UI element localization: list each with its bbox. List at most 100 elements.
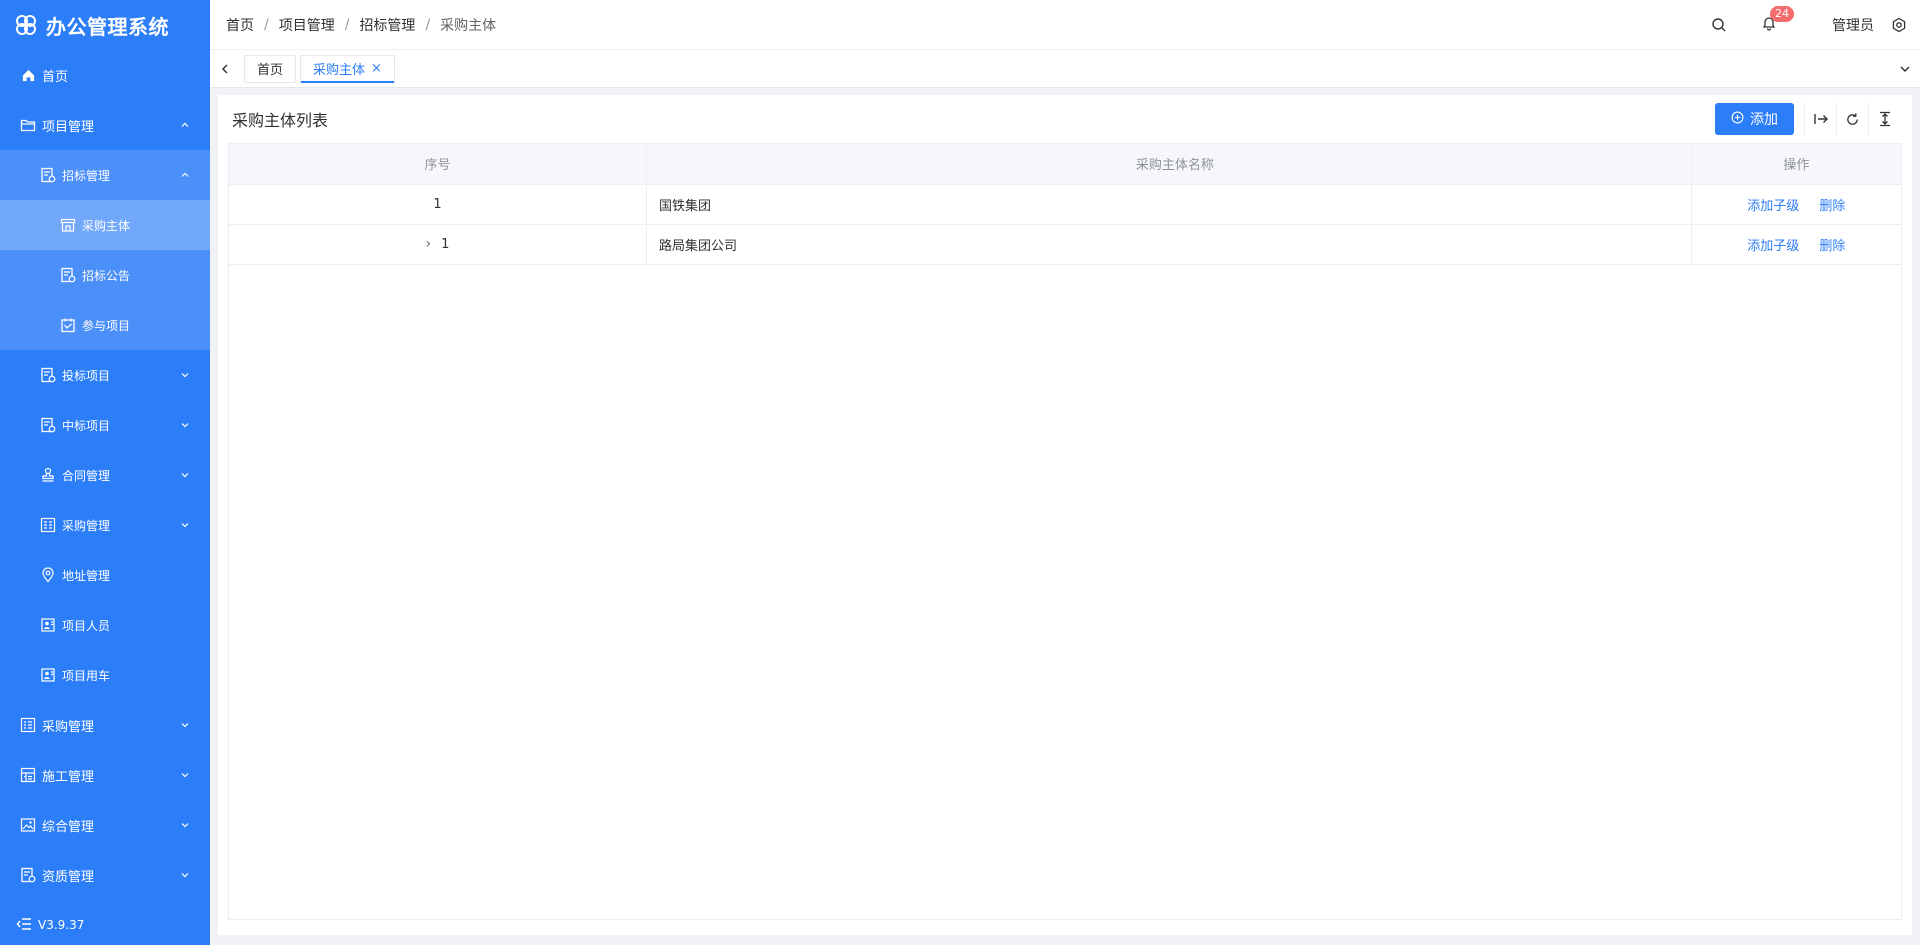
tab-label: 采购主体 bbox=[313, 62, 366, 78]
row-index-value: 1 bbox=[433, 196, 442, 212]
main-content: 采购主体列表 添加 序号 采购主体名称 操作 1 国铁集团 添加子级 删除 › … bbox=[218, 95, 1912, 935]
expand-row-icon[interactable]: › bbox=[426, 236, 432, 252]
folder-icon bbox=[20, 117, 36, 133]
sidebar-item-label: 采购管理 bbox=[42, 719, 95, 735]
tab-home[interactable]: 首页 bbox=[244, 54, 297, 83]
sidebar-item-bidding-management[interactable]: 招标管理 bbox=[0, 150, 210, 200]
sidebar-item-participating-projects[interactable]: 参与项目 bbox=[0, 300, 210, 350]
sidebar-item-label: 采购管理 bbox=[62, 518, 111, 533]
sidebar-footer: V3.9.37 bbox=[0, 905, 210, 945]
delete-link[interactable]: 删除 bbox=[1819, 199, 1845, 214]
chevron-down-icon bbox=[180, 820, 190, 830]
sidebar-item-label: 首页 bbox=[42, 69, 69, 85]
export-icon[interactable] bbox=[1804, 103, 1836, 135]
add-child-link[interactable]: 添加子级 bbox=[1747, 199, 1799, 214]
chevron-down-icon bbox=[180, 720, 190, 730]
row-index: 1 bbox=[433, 197, 441, 212]
sidebar-item-contract-management[interactable]: 合同管理 bbox=[0, 450, 210, 500]
tabs-bar: 首页 采购主体 × bbox=[210, 50, 1920, 88]
sidebar-item-project-personnel[interactable]: 项目人员 bbox=[0, 600, 210, 650]
person-card-icon bbox=[40, 667, 56, 683]
home-icon bbox=[20, 67, 36, 83]
table-row: › 1 路局集团公司 添加子级 删除 bbox=[229, 224, 1901, 265]
sidebar-item-label: 招标管理 bbox=[62, 168, 111, 183]
delete-link[interactable]: 删除 bbox=[1819, 239, 1845, 254]
header-actions: 24 管理员 bbox=[1708, 5, 1920, 36]
sidebar-item-general-management[interactable]: 综合管理 bbox=[0, 800, 210, 850]
sidebar-item-project-vehicles[interactable]: 项目用车 bbox=[0, 650, 210, 700]
chevron-down-icon[interactable] bbox=[1890, 50, 1920, 88]
chevron-down-icon bbox=[180, 770, 190, 780]
chevron-down-icon bbox=[180, 520, 190, 530]
sidebar-item-bid-announcement[interactable]: 招标公告 bbox=[0, 250, 210, 300]
sidebar-item-address-management[interactable]: 地址管理 bbox=[0, 550, 210, 600]
sidebar-item-construction-management[interactable]: 施工管理 bbox=[0, 750, 210, 800]
breadcrumb-separator: / bbox=[344, 16, 350, 33]
cell-actions: 添加子级 删除 bbox=[1691, 184, 1901, 225]
breadcrumb-separator: / bbox=[264, 16, 269, 33]
cell-name: 国铁集团 bbox=[646, 184, 1692, 225]
sidebar-item-label: 综合管理 bbox=[42, 819, 95, 835]
breadcrumb-item-project-management[interactable]: 项目管理 bbox=[279, 15, 335, 35]
notifications-button[interactable]: 24 bbox=[1758, 5, 1794, 36]
sidebar-item-project-management[interactable]: 项目管理 bbox=[0, 100, 210, 150]
app-title: 办公管理系统 bbox=[46, 14, 169, 39]
row-index-value: 1 bbox=[441, 236, 450, 252]
image-icon bbox=[20, 817, 36, 833]
chevron-up-icon bbox=[180, 120, 190, 130]
version-label: V3.9.37 bbox=[38, 918, 85, 932]
chevron-left-icon[interactable] bbox=[210, 50, 240, 88]
breadcrumb-item-home[interactable]: 首页 bbox=[226, 15, 254, 35]
sidebar-item-label: 投标项目 bbox=[62, 368, 111, 383]
stamp-icon bbox=[40, 467, 56, 483]
sidebar-item-label: 中标项目 bbox=[62, 418, 111, 433]
chevron-down-icon bbox=[180, 420, 190, 430]
sidebar-item-label: 参与项目 bbox=[82, 318, 131, 333]
doc-gear-icon bbox=[20, 867, 36, 883]
user-menu[interactable]: 管理员 bbox=[1832, 15, 1874, 35]
sidebar-item-label: 项目用车 bbox=[62, 668, 111, 683]
app-logo[interactable]: 办公管理系统 bbox=[0, 0, 210, 50]
doc-gear-icon bbox=[40, 167, 56, 183]
tab-label: 首页 bbox=[257, 63, 284, 78]
cell-name: 路局集团公司 bbox=[646, 224, 1692, 265]
add-child-link[interactable]: 添加子级 bbox=[1747, 239, 1799, 254]
close-icon[interactable]: × bbox=[371, 61, 382, 76]
refresh-icon[interactable] bbox=[1836, 103, 1868, 135]
sidebar-item-procurement-entity[interactable]: 采购主体 bbox=[0, 200, 210, 250]
plus-circle-icon bbox=[1731, 111, 1744, 128]
sidebar-item-home[interactable]: 首页 bbox=[0, 50, 210, 100]
add-button[interactable]: 添加 bbox=[1715, 103, 1794, 135]
chevron-down-icon bbox=[180, 470, 190, 480]
grid-icon bbox=[40, 517, 56, 533]
table-row: 1 国铁集团 添加子级 删除 bbox=[229, 184, 1901, 225]
column-height-icon[interactable] bbox=[1868, 103, 1900, 135]
column-header-actions: 操作 bbox=[1691, 144, 1901, 185]
breadcrumb-item-bidding-management[interactable]: 招标管理 bbox=[359, 15, 415, 35]
breadcrumb-item-current: 采购主体 bbox=[440, 17, 497, 34]
store-icon bbox=[60, 217, 76, 233]
row-index: › 1 bbox=[426, 236, 450, 252]
sidebar-item-won-projects[interactable]: 中标项目 bbox=[0, 400, 210, 450]
sidebar-item-tender-projects[interactable]: 投标项目 bbox=[0, 350, 210, 400]
sidebar-item-procurement-management[interactable]: 采购管理 bbox=[0, 700, 210, 750]
logo-icon bbox=[16, 15, 36, 35]
tab-procurement-entity[interactable]: 采购主体 × bbox=[300, 54, 395, 83]
sidebar-item-label: 资质管理 bbox=[42, 869, 95, 885]
list-icon bbox=[20, 717, 36, 733]
column-header-index: 序号 bbox=[229, 144, 647, 185]
sidebar-item-label: 招标公告 bbox=[82, 268, 131, 283]
sidebar-item-label: 施工管理 bbox=[42, 769, 95, 785]
table-toolbar: 添加 bbox=[1715, 103, 1900, 135]
doc-gear-icon bbox=[60, 267, 76, 283]
doc-gear-icon bbox=[40, 417, 56, 433]
search-icon[interactable] bbox=[1708, 14, 1730, 36]
gear-icon[interactable] bbox=[1888, 14, 1910, 36]
cell-actions: 添加子级 删除 bbox=[1691, 224, 1901, 265]
sidebar-item-label: 地址管理 bbox=[62, 568, 111, 583]
table-header-row: 序号 采购主体名称 操作 bbox=[229, 144, 1901, 185]
sidebar-item-qualification-management[interactable]: 资质管理 bbox=[0, 850, 210, 900]
sidebar-item-procurement-management-sub[interactable]: 采购管理 bbox=[0, 500, 210, 550]
collapse-menu-icon[interactable] bbox=[16, 917, 32, 934]
chevron-down-icon bbox=[180, 870, 190, 880]
